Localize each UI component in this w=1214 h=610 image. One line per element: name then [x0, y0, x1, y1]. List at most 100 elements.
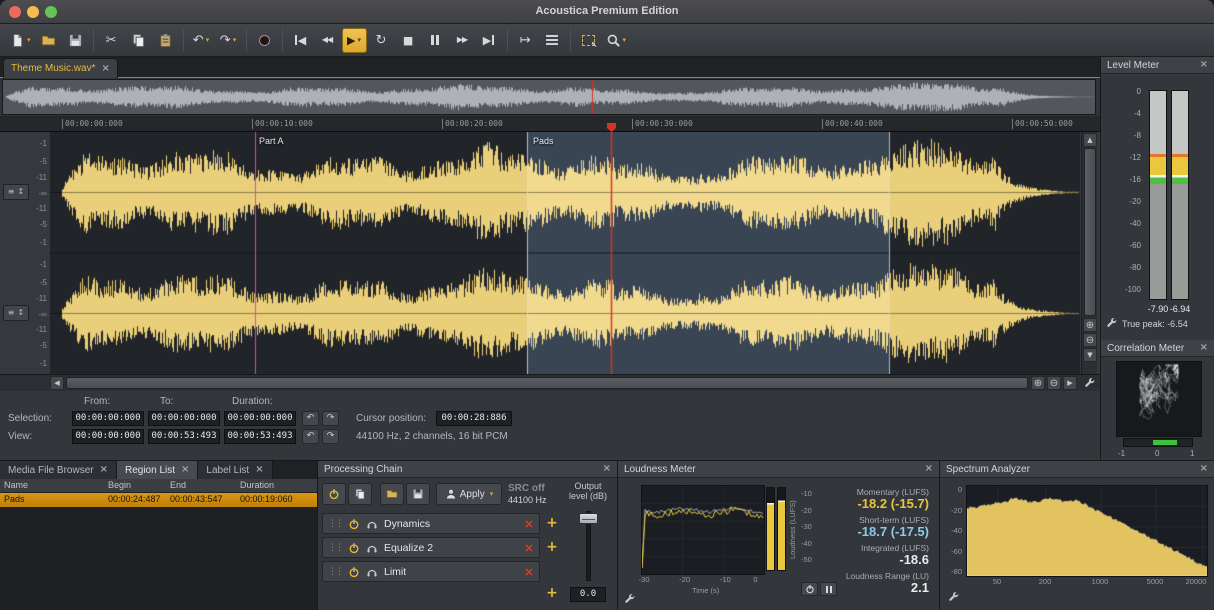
vertical-zoom-in-button[interactable]: ⊕	[1083, 318, 1097, 332]
marker-label-part-a[interactable]: Part A	[259, 136, 284, 146]
rewind-button[interactable]: ◀◀	[315, 28, 340, 53]
selection-undo-button[interactable]: ↶	[302, 411, 319, 426]
tab-media-file-browser[interactable]: Media File Browser×	[0, 461, 117, 479]
loop-playback-button[interactable]: ↻	[369, 28, 394, 53]
scroll-left-button[interactable]: ◀	[50, 376, 64, 390]
column-begin[interactable]: Begin	[108, 480, 131, 490]
redo-button[interactable]: ↷▾	[216, 28, 241, 53]
horizontal-scroll-thumb[interactable]	[66, 377, 1028, 389]
power-icon[interactable]	[348, 566, 360, 578]
output-fader-thumb[interactable]	[579, 513, 598, 524]
channel-1-controls[interactable]: ≡↕	[3, 184, 29, 200]
effect-row-equalize-2[interactable]: ⋮⋮ Equalize 2 ×	[322, 537, 540, 558]
effect-row-dynamics[interactable]: ⋮⋮ Dynamics ×	[322, 513, 540, 534]
view-duration-field[interactable]: 00:00:53:493	[224, 429, 296, 444]
cut-button[interactable]: ✂	[99, 28, 124, 53]
vertical-scrollbar[interactable]: ▲ ⊕ ⊖ ▼	[1081, 132, 1097, 374]
region-list-header[interactable]: Name Begin End Duration	[0, 479, 317, 493]
drag-handle-icon[interactable]: ⋮⋮	[328, 519, 342, 529]
tab-label-list[interactable]: Label List×	[198, 461, 272, 479]
remove-effect-icon[interactable]: ×	[524, 565, 534, 579]
chain-save-button[interactable]	[406, 483, 430, 505]
close-icon[interactable]: ×	[100, 465, 108, 475]
output-level-field[interactable]: 0.0	[570, 587, 606, 602]
scroll-down-button[interactable]: ▼	[1083, 348, 1097, 362]
close-icon[interactable]: ×	[603, 464, 611, 474]
fast-forward-button[interactable]: ▶▶	[450, 28, 475, 53]
new-file-button[interactable]: ▾	[7, 28, 34, 53]
loudness-pause-button[interactable]	[820, 582, 837, 596]
region-row-pads[interactable]: Pads 00:00:24:487 00:00:43:547 00:00:19:…	[0, 493, 317, 507]
scroll-up-button[interactable]: ▲	[1083, 133, 1097, 147]
column-name[interactable]: Name	[4, 480, 28, 490]
view-from-field[interactable]: 00:00:00:000	[72, 429, 144, 444]
chain-power-button[interactable]	[322, 483, 346, 505]
wrench-icon[interactable]	[948, 591, 960, 603]
scrub-tool-button[interactable]: ↦	[513, 28, 538, 53]
loudness-power-button[interactable]	[801, 582, 818, 596]
close-icon[interactable]: ×	[1200, 343, 1208, 353]
timeline-ruler[interactable]: 00:00:00:00000:00:10:00000:00:20:00000:0…	[0, 116, 1100, 132]
view-redo-button[interactable]: ↷	[322, 429, 339, 444]
chain-copy-button[interactable]	[348, 483, 372, 505]
pause-button[interactable]	[423, 28, 448, 53]
stop-button[interactable]: ■	[396, 28, 421, 53]
channel-2-controls[interactable]: ≡↕	[3, 305, 29, 321]
close-icon[interactable]: ×	[181, 465, 189, 475]
power-icon[interactable]	[348, 542, 360, 554]
go-to-start-button[interactable]: ◀	[288, 28, 313, 53]
selection-from-field[interactable]: 00:00:00:000	[72, 411, 144, 426]
tab-region-list[interactable]: Region List×	[117, 461, 198, 479]
cursor-position-field[interactable]: 00:00:28:886	[436, 411, 512, 426]
apply-button[interactable]: Apply▾	[436, 483, 502, 505]
remove-effect-icon[interactable]: ×	[524, 541, 534, 555]
go-to-end-button[interactable]: ▶	[477, 28, 502, 53]
add-effect-button[interactable]: +	[544, 515, 560, 531]
selection-redo-button[interactable]: ↷	[322, 411, 339, 426]
vertical-scroll-thumb[interactable]	[1084, 148, 1096, 316]
close-icon[interactable]: ×	[1200, 60, 1208, 70]
zoom-in-button[interactable]: ⊕	[1031, 376, 1045, 390]
wrench-icon[interactable]	[1106, 317, 1118, 329]
power-icon[interactable]	[348, 518, 360, 530]
copy-button[interactable]	[126, 28, 151, 53]
document-tab[interactable]: Theme Music.wav* ×	[3, 58, 118, 78]
drag-handle-icon[interactable]: ⋮⋮	[328, 543, 342, 553]
selection-duration-field[interactable]: 00:00:00:000	[224, 411, 296, 426]
zoom-tool-button[interactable]: ▾	[603, 28, 630, 53]
remove-effect-icon[interactable]: ×	[524, 517, 534, 531]
waveform-overview[interactable]	[2, 79, 1096, 115]
close-icon[interactable]: ×	[925, 464, 933, 474]
record-button[interactable]	[252, 28, 277, 53]
zoom-out-button[interactable]: ⊖	[1047, 376, 1061, 390]
headphones-icon[interactable]	[366, 566, 378, 578]
play-button[interactable]: ▶▾	[342, 28, 367, 53]
selection-to-field[interactable]: 00:00:00:000	[148, 411, 220, 426]
headphones-icon[interactable]	[366, 542, 378, 554]
save-file-button[interactable]	[63, 28, 88, 53]
selection-tool-button[interactable]: ↖	[576, 28, 601, 53]
column-end[interactable]: End	[170, 480, 186, 490]
playhead-marker-icon[interactable]	[607, 123, 616, 132]
close-icon[interactable]: ×	[255, 465, 263, 475]
close-icon[interactable]: ×	[101, 64, 109, 74]
paste-button[interactable]	[153, 28, 178, 53]
overview-canvas[interactable]	[3, 80, 1095, 114]
wrench-icon[interactable]	[624, 593, 636, 605]
chain-open-button[interactable]	[380, 483, 404, 505]
vertical-zoom-out-button[interactable]: ⊖	[1083, 333, 1097, 347]
headphones-icon[interactable]	[366, 518, 378, 530]
view-undo-button[interactable]: ↶	[302, 429, 319, 444]
waveform-canvas[interactable]	[50, 132, 1080, 374]
scroll-right-button[interactable]: ▶	[1063, 376, 1077, 390]
region-list-body[interactable]	[0, 493, 317, 610]
wrench-icon[interactable]	[1084, 377, 1096, 389]
column-duration[interactable]: Duration	[240, 480, 274, 490]
region-label-pads[interactable]: Pads	[533, 136, 554, 146]
add-effect-button[interactable]: +	[544, 585, 560, 601]
view-to-field[interactable]: 00:00:53:493	[148, 429, 220, 444]
open-file-button[interactable]	[36, 28, 61, 53]
drag-handle-icon[interactable]: ⋮⋮	[328, 567, 342, 577]
close-icon[interactable]: ×	[1200, 464, 1208, 474]
effect-row-limit[interactable]: ⋮⋮ Limit ×	[322, 561, 540, 582]
